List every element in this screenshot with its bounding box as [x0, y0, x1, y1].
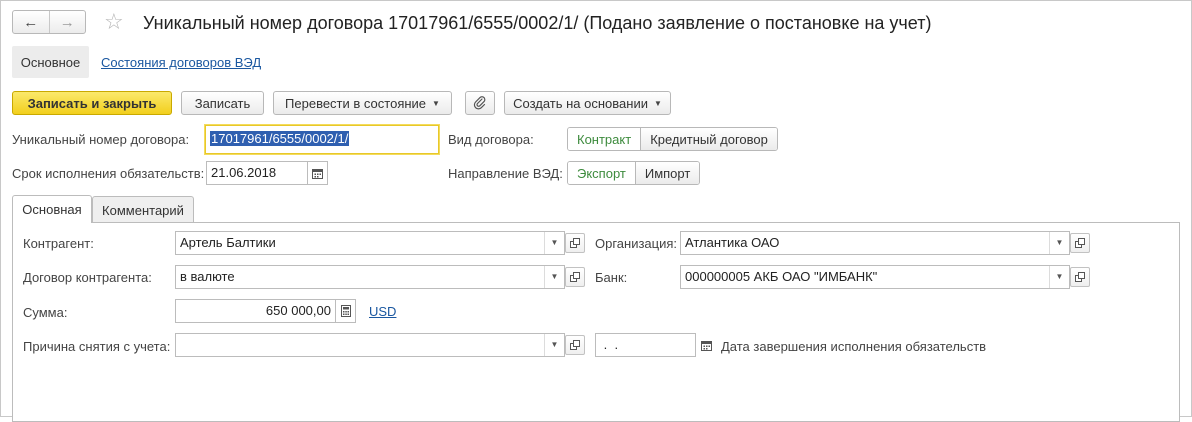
counterparty-label: Контрагент:	[23, 236, 94, 251]
counterparty-contract-dropdown-button[interactable]: ▼	[544, 266, 564, 288]
removal-reason-label: Причина снятия с учета:	[23, 339, 171, 354]
counterparty-contract-open-button[interactable]	[565, 267, 585, 287]
completion-date-input[interactable]: . .	[595, 333, 696, 357]
due-date-input[interactable]: 21.06.2018	[206, 161, 308, 185]
amount-input[interactable]: 650 000,00	[175, 299, 336, 323]
chevron-down-icon: ▼	[550, 272, 559, 281]
bank-label: Банк:	[595, 270, 628, 285]
organization-dropdown-button[interactable]: ▼	[1049, 232, 1069, 254]
section-main[interactable]: Основное	[12, 46, 89, 78]
amount-calculator-button[interactable]	[336, 299, 356, 323]
counterparty-value: Артель Балтики	[180, 235, 276, 250]
counterparty-dropdown-button[interactable]: ▼	[544, 232, 564, 254]
attach-button[interactable]	[465, 91, 495, 115]
due-date-calendar-button[interactable]	[308, 161, 328, 185]
removal-reason-input[interactable]: ▼	[175, 333, 565, 357]
contract-number-input[interactable]: 17017961/6555/0002/1/	[205, 125, 439, 154]
direction-switch: Экспорт Импорт	[567, 161, 701, 185]
calculator-icon	[340, 305, 351, 317]
completion-date-calendar-button[interactable]	[696, 333, 716, 357]
chevron-down-icon: ▼	[550, 340, 559, 349]
tab-comment[interactable]: Комментарий	[92, 196, 194, 223]
calendar-icon	[700, 340, 712, 351]
contract-type-switch: Контракт Кредитный договор	[567, 127, 778, 151]
organization-label: Организация:	[595, 236, 678, 251]
bank-open-button[interactable]	[1070, 267, 1090, 287]
arrow-left-icon: ←	[23, 13, 39, 31]
create-based-on-label: Создать на основании	[513, 95, 648, 111]
organization-input[interactable]: Атлантика ОАО ▼	[680, 231, 1070, 255]
currency-link[interactable]: USD	[369, 304, 396, 319]
chevron-down-icon: ▼	[432, 98, 440, 108]
bank-dropdown-button[interactable]: ▼	[1049, 266, 1069, 288]
star-icon[interactable]: ☆	[104, 9, 124, 35]
page-title: Уникальный номер договора 17017961/6555/…	[143, 13, 932, 33]
counterparty-open-button[interactable]	[565, 233, 585, 253]
contract-type-option-contract[interactable]: Контракт	[568, 128, 641, 150]
amount-label: Сумма:	[23, 305, 68, 320]
bank-input[interactable]: 000000005 АКБ ОАО "ИМБАНК" ▼	[680, 265, 1070, 289]
contract-type-option-credit[interactable]: Кредитный договор	[640, 128, 777, 150]
open-window-icon	[1075, 272, 1085, 282]
contract-number-value: 17017961/6555/0002/1/	[210, 131, 350, 146]
chevron-down-icon: ▼	[1055, 238, 1064, 247]
forward-button[interactable]: →	[48, 11, 86, 33]
create-based-on-button[interactable]: Создать на основании ▼	[504, 91, 671, 115]
back-button[interactable]: ←	[13, 11, 49, 33]
change-state-button[interactable]: Перевести в состояние ▼	[273, 91, 452, 115]
save-button[interactable]: Записать	[181, 91, 264, 115]
direction-option-export[interactable]: Экспорт	[568, 162, 635, 184]
contract-number-label: Уникальный номер договора:	[12, 132, 190, 147]
open-window-icon	[570, 238, 580, 248]
section-states-link[interactable]: Состояния договоров ВЭД	[101, 55, 261, 70]
removal-reason-open-button[interactable]	[565, 335, 585, 355]
calendar-icon	[312, 168, 323, 179]
paperclip-icon	[473, 96, 486, 110]
save-and-close-button[interactable]: Записать и закрыть	[12, 91, 172, 115]
organization-open-button[interactable]	[1070, 233, 1090, 253]
direction-label: Направление ВЭД:	[448, 166, 563, 181]
tab-main[interactable]: Основная	[12, 195, 92, 223]
chevron-down-icon: ▼	[1055, 272, 1064, 281]
due-date-label: Срок исполнения обязательств:	[12, 166, 205, 181]
navigation-buttons: ← →	[12, 10, 86, 34]
counterparty-input[interactable]: Артель Балтики ▼	[175, 231, 565, 255]
arrow-right-icon: →	[59, 13, 75, 31]
chevron-down-icon: ▼	[550, 238, 559, 247]
counterparty-contract-value: в валюте	[180, 269, 235, 284]
contract-type-label: Вид договора:	[448, 132, 534, 147]
counterparty-contract-label: Договор контрагента:	[23, 270, 152, 285]
open-window-icon	[1075, 238, 1085, 248]
chevron-down-icon: ▼	[653, 98, 662, 108]
completion-date-label: Дата завершения исполнения обязательств	[721, 339, 987, 354]
bank-value: 000000005 АКБ ОАО "ИМБАНК"	[685, 269, 878, 284]
removal-reason-dropdown-button[interactable]: ▼	[544, 334, 564, 356]
open-window-icon	[570, 272, 580, 282]
organization-value: Атлантика ОАО	[685, 235, 780, 250]
counterparty-contract-input[interactable]: в валюте ▼	[175, 265, 565, 289]
direction-option-import[interactable]: Импорт	[634, 162, 700, 184]
open-window-icon	[570, 340, 580, 350]
change-state-label: Перевести в состояние	[285, 95, 427, 111]
